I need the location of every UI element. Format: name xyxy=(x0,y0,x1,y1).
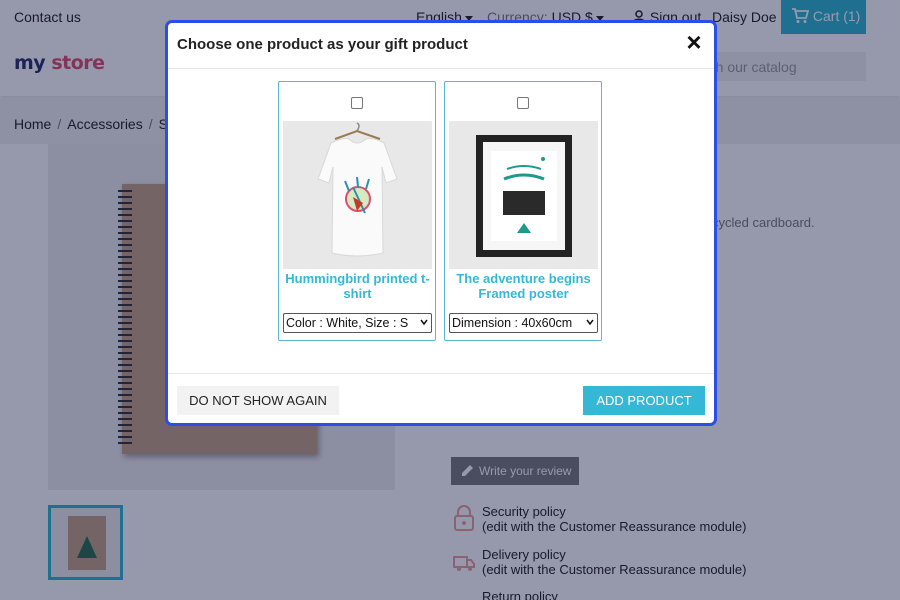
variant-select[interactable]: Dimension : 40x60cm xyxy=(449,313,598,333)
variant-select[interactable]: Color : White, Size : S xyxy=(283,313,432,333)
gift-product-card[interactable]: The adventure begins Framed poster Dimen… xyxy=(444,81,602,341)
add-product-button[interactable]: ADD PRODUCT xyxy=(583,386,705,415)
modal-header: Choose one product as your gift product … xyxy=(168,23,714,69)
poster-image xyxy=(449,121,598,269)
product-name[interactable]: Hummingbird printed t-shirt xyxy=(283,271,432,301)
tshirt-image xyxy=(283,121,432,269)
product-checkbox[interactable] xyxy=(351,97,363,109)
product-name[interactable]: The adventure begins Framed poster xyxy=(449,271,598,301)
chevron-down-icon xyxy=(420,319,428,326)
tshirt-icon xyxy=(317,122,398,257)
chevron-down-icon xyxy=(586,319,594,326)
modal-title: Choose one product as your gift product xyxy=(177,36,468,53)
do-not-show-again-button[interactable]: DO NOT SHOW AGAIN xyxy=(177,386,339,415)
framed-poster-icon xyxy=(476,135,572,257)
modal-footer: DO NOT SHOW AGAIN ADD PRODUCT xyxy=(168,373,714,423)
product-checkbox[interactable] xyxy=(517,97,529,109)
gift-product-card[interactable]: Hummingbird printed t-shirt Color : Whit… xyxy=(278,81,436,341)
gift-product-modal: Choose one product as your gift product … xyxy=(165,20,717,426)
variant-select-value: Dimension : 40x60cm xyxy=(452,316,573,330)
close-icon[interactable]: × xyxy=(682,29,706,55)
variant-select-value: Color : White, Size : S xyxy=(286,316,409,330)
